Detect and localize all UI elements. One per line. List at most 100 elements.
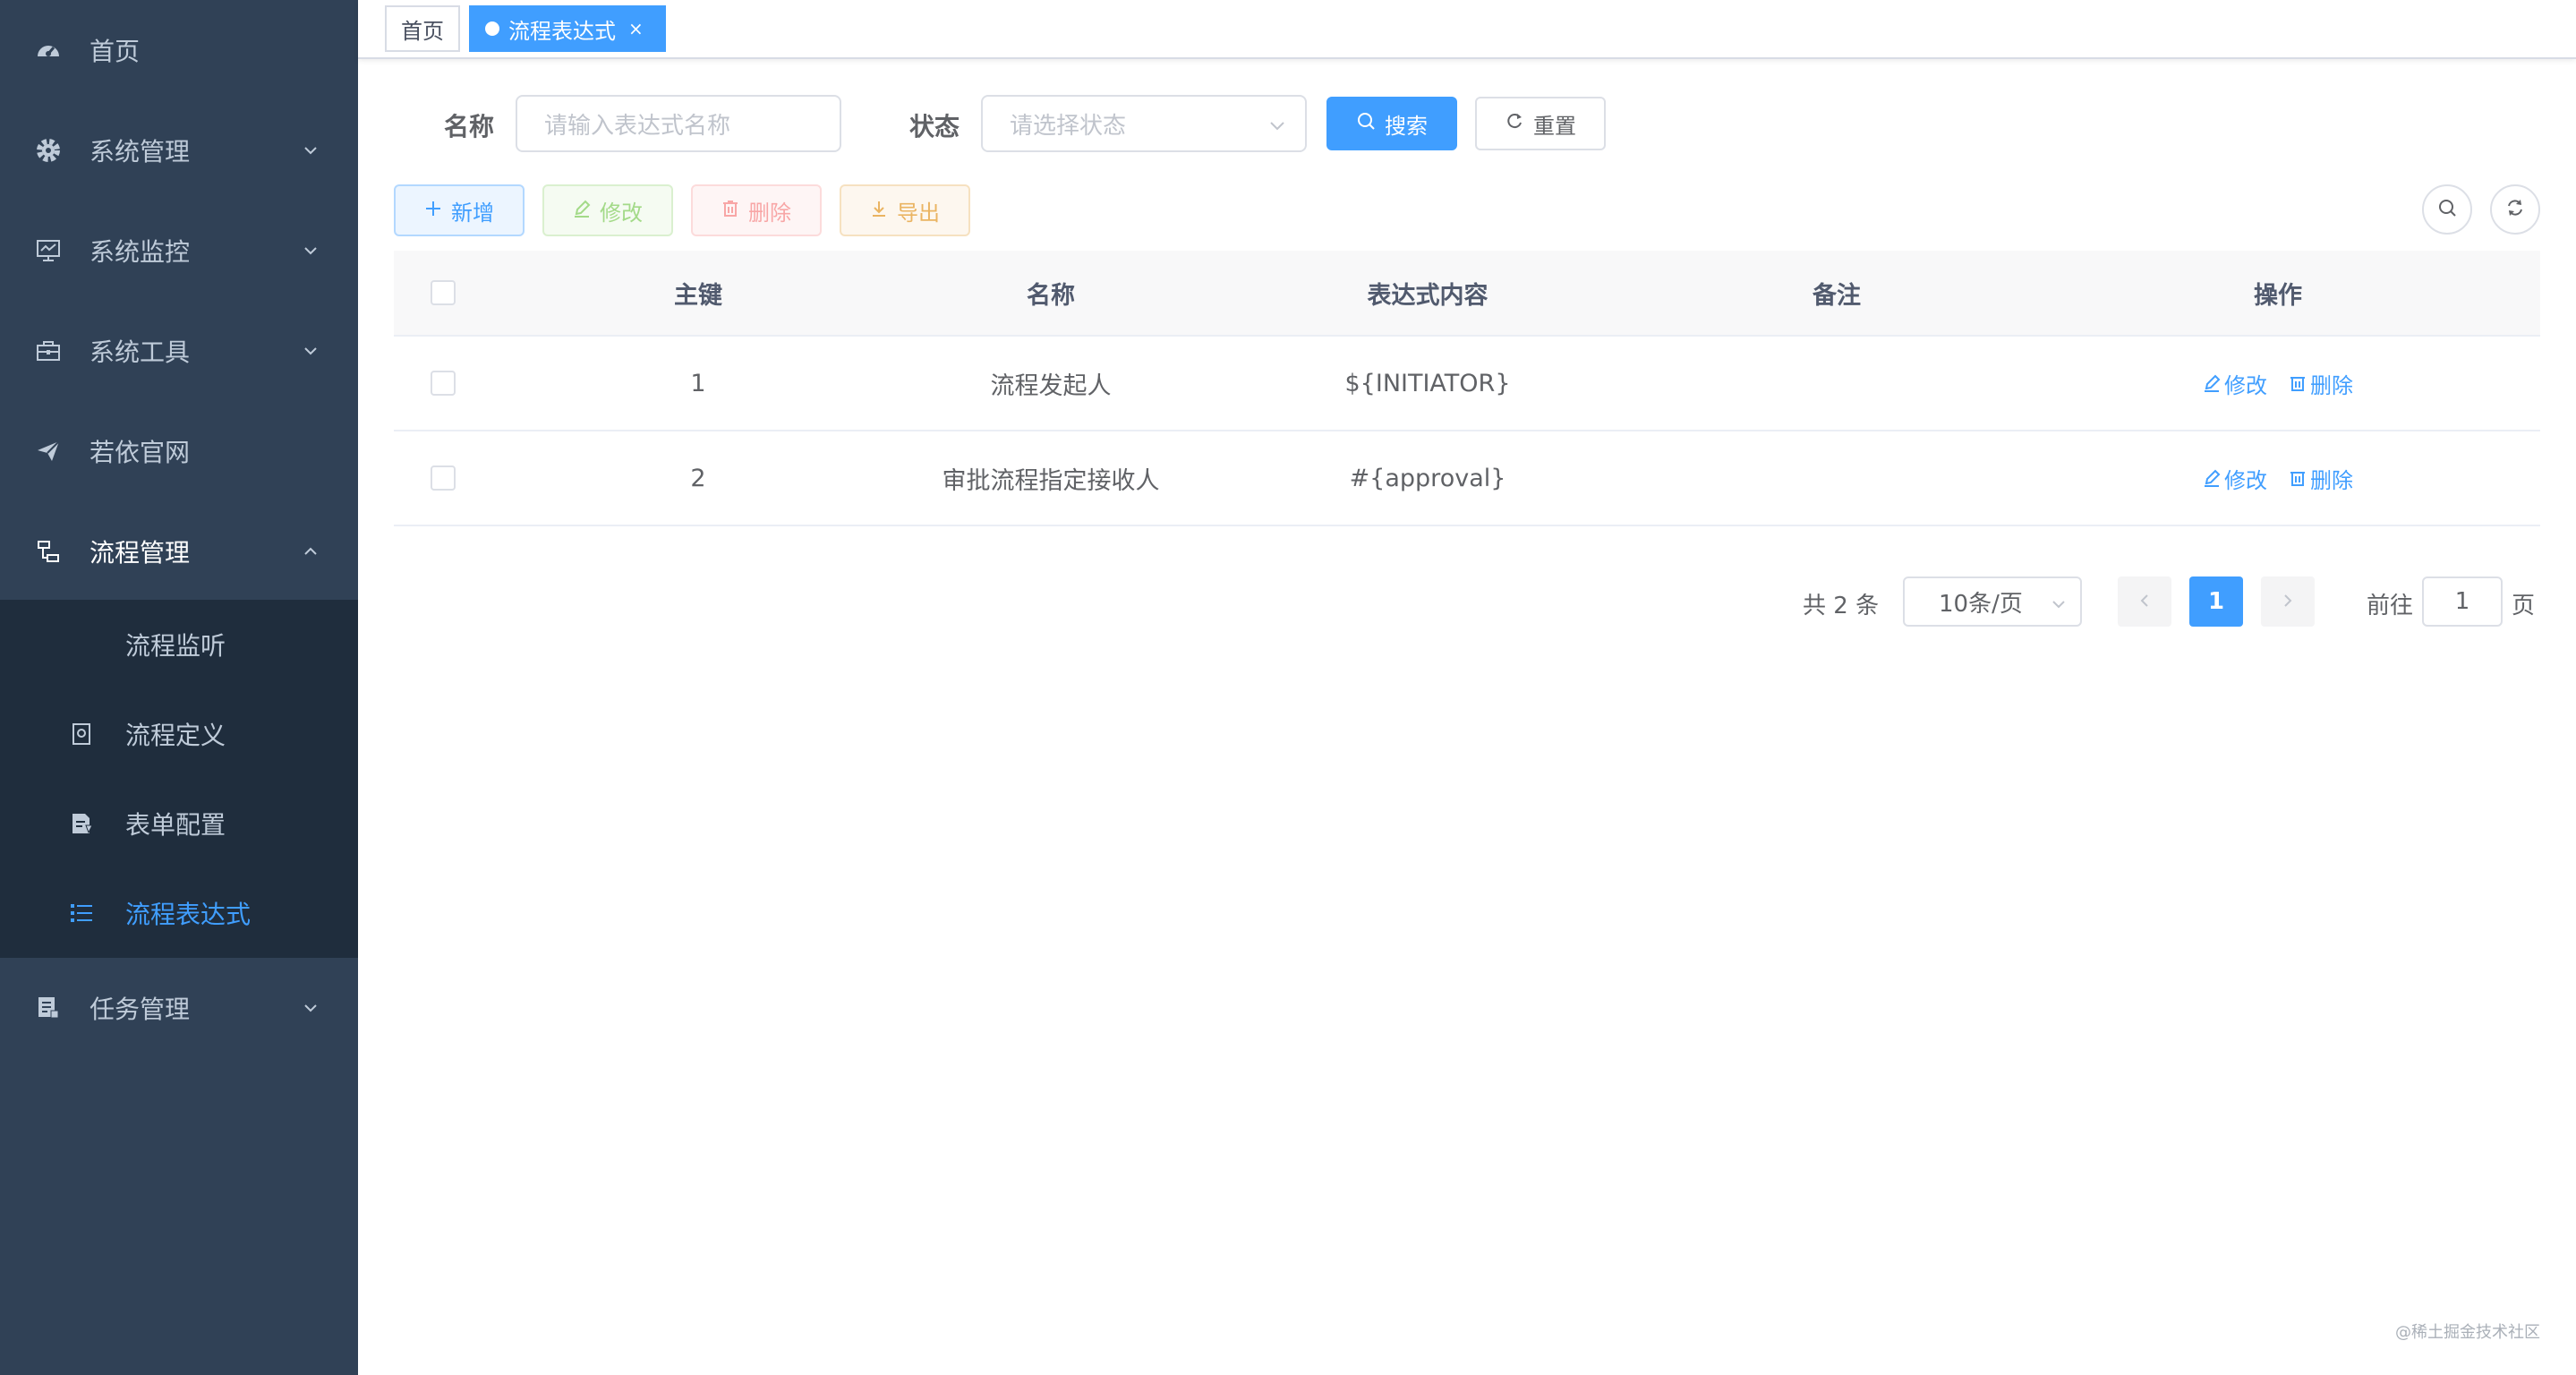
chevron-up-icon bbox=[301, 542, 320, 561]
submenu-item-label: 流程定义 bbox=[125, 721, 226, 750]
page-size-label: 10条/页 bbox=[1939, 590, 2023, 618]
tags-view: 首页 流程表达式 × bbox=[358, 0, 2576, 59]
sidebar-item-system[interactable]: 系统管理 bbox=[0, 100, 358, 201]
row-edit-link[interactable]: 修改 bbox=[2203, 368, 2267, 399]
task-icon bbox=[34, 994, 63, 1022]
edit-icon bbox=[2205, 469, 2221, 487]
workflow-submenu: 流程监听 流程定义 表单配置 流程表达式 bbox=[0, 600, 358, 958]
search-button[interactable]: 搜索 bbox=[1326, 97, 1457, 150]
chevron-down-icon bbox=[1267, 115, 1287, 134]
name-label: 名称 bbox=[444, 112, 495, 141]
tag-expression[interactable]: 流程表达式 × bbox=[469, 5, 666, 52]
cell-id: 1 bbox=[690, 369, 706, 397]
export-button[interactable]: 导出 bbox=[840, 184, 970, 236]
sidebar-item-workflow[interactable]: 流程管理 bbox=[0, 501, 358, 602]
select-all-checkbox[interactable] bbox=[431, 280, 456, 305]
cell-remark bbox=[1658, 337, 2016, 430]
header-id: 主键 bbox=[674, 281, 722, 310]
download-icon bbox=[870, 198, 888, 223]
table-row: 1 流程发起人 ${INITIATOR} 修改 删除 bbox=[394, 337, 2540, 431]
refresh-table-button[interactable] bbox=[2490, 184, 2540, 235]
pagination-total: 共 2 条 bbox=[1803, 593, 1880, 619]
submenu-item-label: 流程监听 bbox=[125, 631, 226, 661]
name-input[interactable]: 请输入表达式名称 bbox=[516, 95, 841, 152]
submenu-item-form[interactable]: 表单配置 bbox=[0, 779, 358, 868]
gear-icon bbox=[34, 136, 63, 165]
flow-icon bbox=[34, 537, 63, 566]
trash-icon bbox=[2290, 472, 2305, 486]
cell-name: 审批流程指定接收人 bbox=[942, 466, 1160, 495]
toggle-search-button[interactable] bbox=[2422, 184, 2472, 235]
row-edit-label: 修改 bbox=[2224, 372, 2267, 398]
export-button-label: 导出 bbox=[897, 200, 940, 226]
submenu-item-label: 流程表达式 bbox=[125, 900, 252, 929]
page-button-1[interactable]: 1 bbox=[2189, 576, 2243, 627]
edit-icon bbox=[573, 198, 591, 223]
watermark: @稀土掘金技术社区 bbox=[2395, 1323, 2540, 1342]
refresh-icon bbox=[2504, 197, 2526, 222]
trash-icon bbox=[721, 198, 739, 223]
refresh-icon bbox=[1505, 111, 1524, 136]
list-icon bbox=[68, 900, 95, 927]
row-checkbox[interactable] bbox=[431, 465, 456, 491]
chevron-down-icon bbox=[301, 141, 320, 160]
delete-button[interactable]: 删除 bbox=[691, 184, 822, 236]
edit-button-label: 修改 bbox=[600, 200, 643, 226]
sidebar-item-label: 任务管理 bbox=[90, 995, 191, 1024]
submenu-item-definition[interactable]: 流程定义 bbox=[0, 689, 358, 779]
status-placeholder: 请选择状态 bbox=[1010, 112, 1127, 140]
edit-icon bbox=[2205, 374, 2221, 392]
toolbox-icon bbox=[34, 337, 63, 365]
sidebar-item-monitor[interactable]: 系统监控 bbox=[0, 201, 358, 301]
status-select[interactable]: 请选择状态 bbox=[981, 95, 1307, 152]
sidebar: 首页 系统管理 系统监控 系统工具 若依官网 流程管理 流程监听 流程定义 表单… bbox=[0, 0, 358, 1375]
chevron-down-icon bbox=[2050, 593, 2068, 619]
table-header: 主键 名称 表达式内容 备注 操作 bbox=[394, 251, 2540, 337]
chevron-right-icon bbox=[2280, 588, 2296, 615]
sidebar-item-tools[interactable]: 系统工具 bbox=[0, 301, 358, 401]
chevron-down-icon bbox=[301, 998, 320, 1018]
tag-label: 流程表达式 bbox=[508, 18, 616, 44]
submenu-item-expression[interactable]: 流程表达式 bbox=[0, 868, 358, 958]
cell-id: 2 bbox=[690, 464, 706, 492]
send-icon bbox=[34, 437, 63, 465]
goto-label: 前往 bbox=[2367, 593, 2414, 619]
prev-page-button[interactable] bbox=[2118, 576, 2171, 627]
add-button[interactable]: 新增 bbox=[394, 184, 525, 236]
row-delete-link[interactable]: 删除 bbox=[2289, 368, 2353, 399]
row-edit-label: 修改 bbox=[2224, 467, 2267, 493]
sidebar-item-tasks[interactable]: 任务管理 bbox=[0, 958, 358, 1058]
submenu-item-label: 表单配置 bbox=[125, 810, 226, 840]
sidebar-item-label: 流程管理 bbox=[90, 538, 191, 568]
header-name: 名称 bbox=[1027, 281, 1075, 310]
definition-icon bbox=[68, 721, 95, 747]
tag-home[interactable]: 首页 bbox=[385, 5, 460, 52]
page-size-select[interactable]: 10条/页 bbox=[1903, 576, 2082, 627]
next-page-button[interactable] bbox=[2261, 576, 2315, 627]
close-icon[interactable]: × bbox=[628, 18, 644, 39]
active-dot-icon bbox=[485, 21, 499, 36]
sidebar-item-home[interactable]: 首页 bbox=[0, 0, 358, 100]
chevron-left-icon bbox=[2137, 588, 2153, 615]
search-icon bbox=[1356, 111, 1376, 136]
sidebar-item-label: 若依官网 bbox=[90, 438, 191, 467]
sidebar-item-label: 系统管理 bbox=[90, 137, 191, 167]
row-delete-link[interactable]: 删除 bbox=[2289, 463, 2353, 494]
edit-button[interactable]: 修改 bbox=[542, 184, 673, 236]
chevron-down-icon bbox=[301, 241, 320, 260]
sidebar-item-website[interactable]: 若依官网 bbox=[0, 401, 358, 501]
search-icon bbox=[2436, 197, 2458, 222]
row-checkbox[interactable] bbox=[431, 371, 456, 396]
submenu-item-listener[interactable]: 流程监听 bbox=[0, 600, 358, 689]
header-actions: 操作 bbox=[2254, 281, 2302, 310]
row-edit-link[interactable]: 修改 bbox=[2203, 463, 2267, 494]
goto-page-input[interactable]: 1 bbox=[2422, 576, 2503, 627]
add-button-label: 新增 bbox=[451, 200, 494, 226]
page-suffix: 页 bbox=[2512, 593, 2536, 619]
tag-label: 首页 bbox=[401, 18, 444, 44]
reset-button[interactable]: 重置 bbox=[1475, 97, 1606, 150]
cell-actions: 修改 删除 bbox=[2016, 337, 2540, 430]
cell-expression: #{approval} bbox=[1349, 464, 1506, 492]
header-expression: 表达式内容 bbox=[1367, 281, 1488, 310]
row-checkbox-cell bbox=[394, 337, 492, 430]
